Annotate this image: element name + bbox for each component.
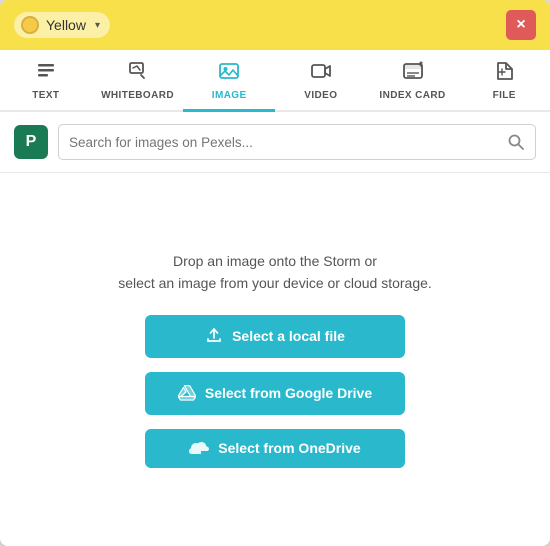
- pexels-logo: P: [14, 125, 48, 159]
- tab-index-card-label: INDEX CARD: [379, 90, 445, 101]
- text-icon: [35, 60, 57, 86]
- whiteboard-icon: [127, 60, 149, 86]
- drop-hint: Drop an image onto the Storm or select a…: [118, 251, 432, 294]
- select-google-drive-button[interactable]: Select from Google Drive: [145, 372, 405, 415]
- header: Yellow ▾ ×: [0, 0, 550, 50]
- color-label: Yellow: [46, 17, 86, 33]
- close-button[interactable]: ×: [506, 10, 536, 40]
- tab-image[interactable]: IMAGE: [183, 50, 275, 112]
- tab-whiteboard-label: WHITEBOARD: [101, 90, 174, 101]
- select-local-file-label: Select a local file: [232, 328, 345, 344]
- tab-file[interactable]: FILE: [458, 50, 550, 112]
- content-area: Drop an image onto the Storm or select a…: [0, 173, 550, 546]
- image-icon: [218, 60, 240, 86]
- local-file-icon: [205, 326, 223, 347]
- select-local-file-button[interactable]: Select a local file: [145, 315, 405, 358]
- google-drive-icon: [178, 383, 196, 404]
- modal: Yellow ▾ × TEXT WH: [0, 0, 550, 546]
- onedrive-icon: [189, 440, 209, 457]
- tab-text-label: TEXT: [32, 90, 59, 101]
- chevron-down-icon: ▾: [95, 20, 100, 31]
- color-dot: [21, 16, 39, 34]
- search-input[interactable]: [69, 135, 507, 150]
- select-google-drive-label: Select from Google Drive: [205, 385, 372, 401]
- color-picker[interactable]: Yellow ▾: [14, 12, 110, 38]
- tab-video-label: VIDEO: [304, 90, 337, 101]
- search-row: P: [0, 112, 550, 173]
- video-icon: [310, 60, 332, 86]
- tab-text[interactable]: TEXT: [0, 50, 92, 112]
- select-onedrive-button[interactable]: Select from OneDrive: [145, 429, 405, 468]
- select-onedrive-label: Select from OneDrive: [218, 440, 360, 456]
- tab-whiteboard[interactable]: WHITEBOARD: [92, 50, 184, 112]
- tab-image-label: IMAGE: [212, 90, 247, 101]
- tab-bar: TEXT WHITEBOARD IMAGE: [0, 50, 550, 112]
- search-input-wrap: [58, 124, 536, 160]
- search-icon: [507, 133, 525, 151]
- tab-file-label: FILE: [493, 90, 516, 101]
- tab-video[interactable]: VIDEO: [275, 50, 367, 112]
- tab-index-card[interactable]: INDEX CARD: [367, 50, 459, 112]
- index-card-icon: [402, 60, 424, 86]
- file-icon: [493, 60, 515, 86]
- search-button[interactable]: [507, 133, 525, 151]
